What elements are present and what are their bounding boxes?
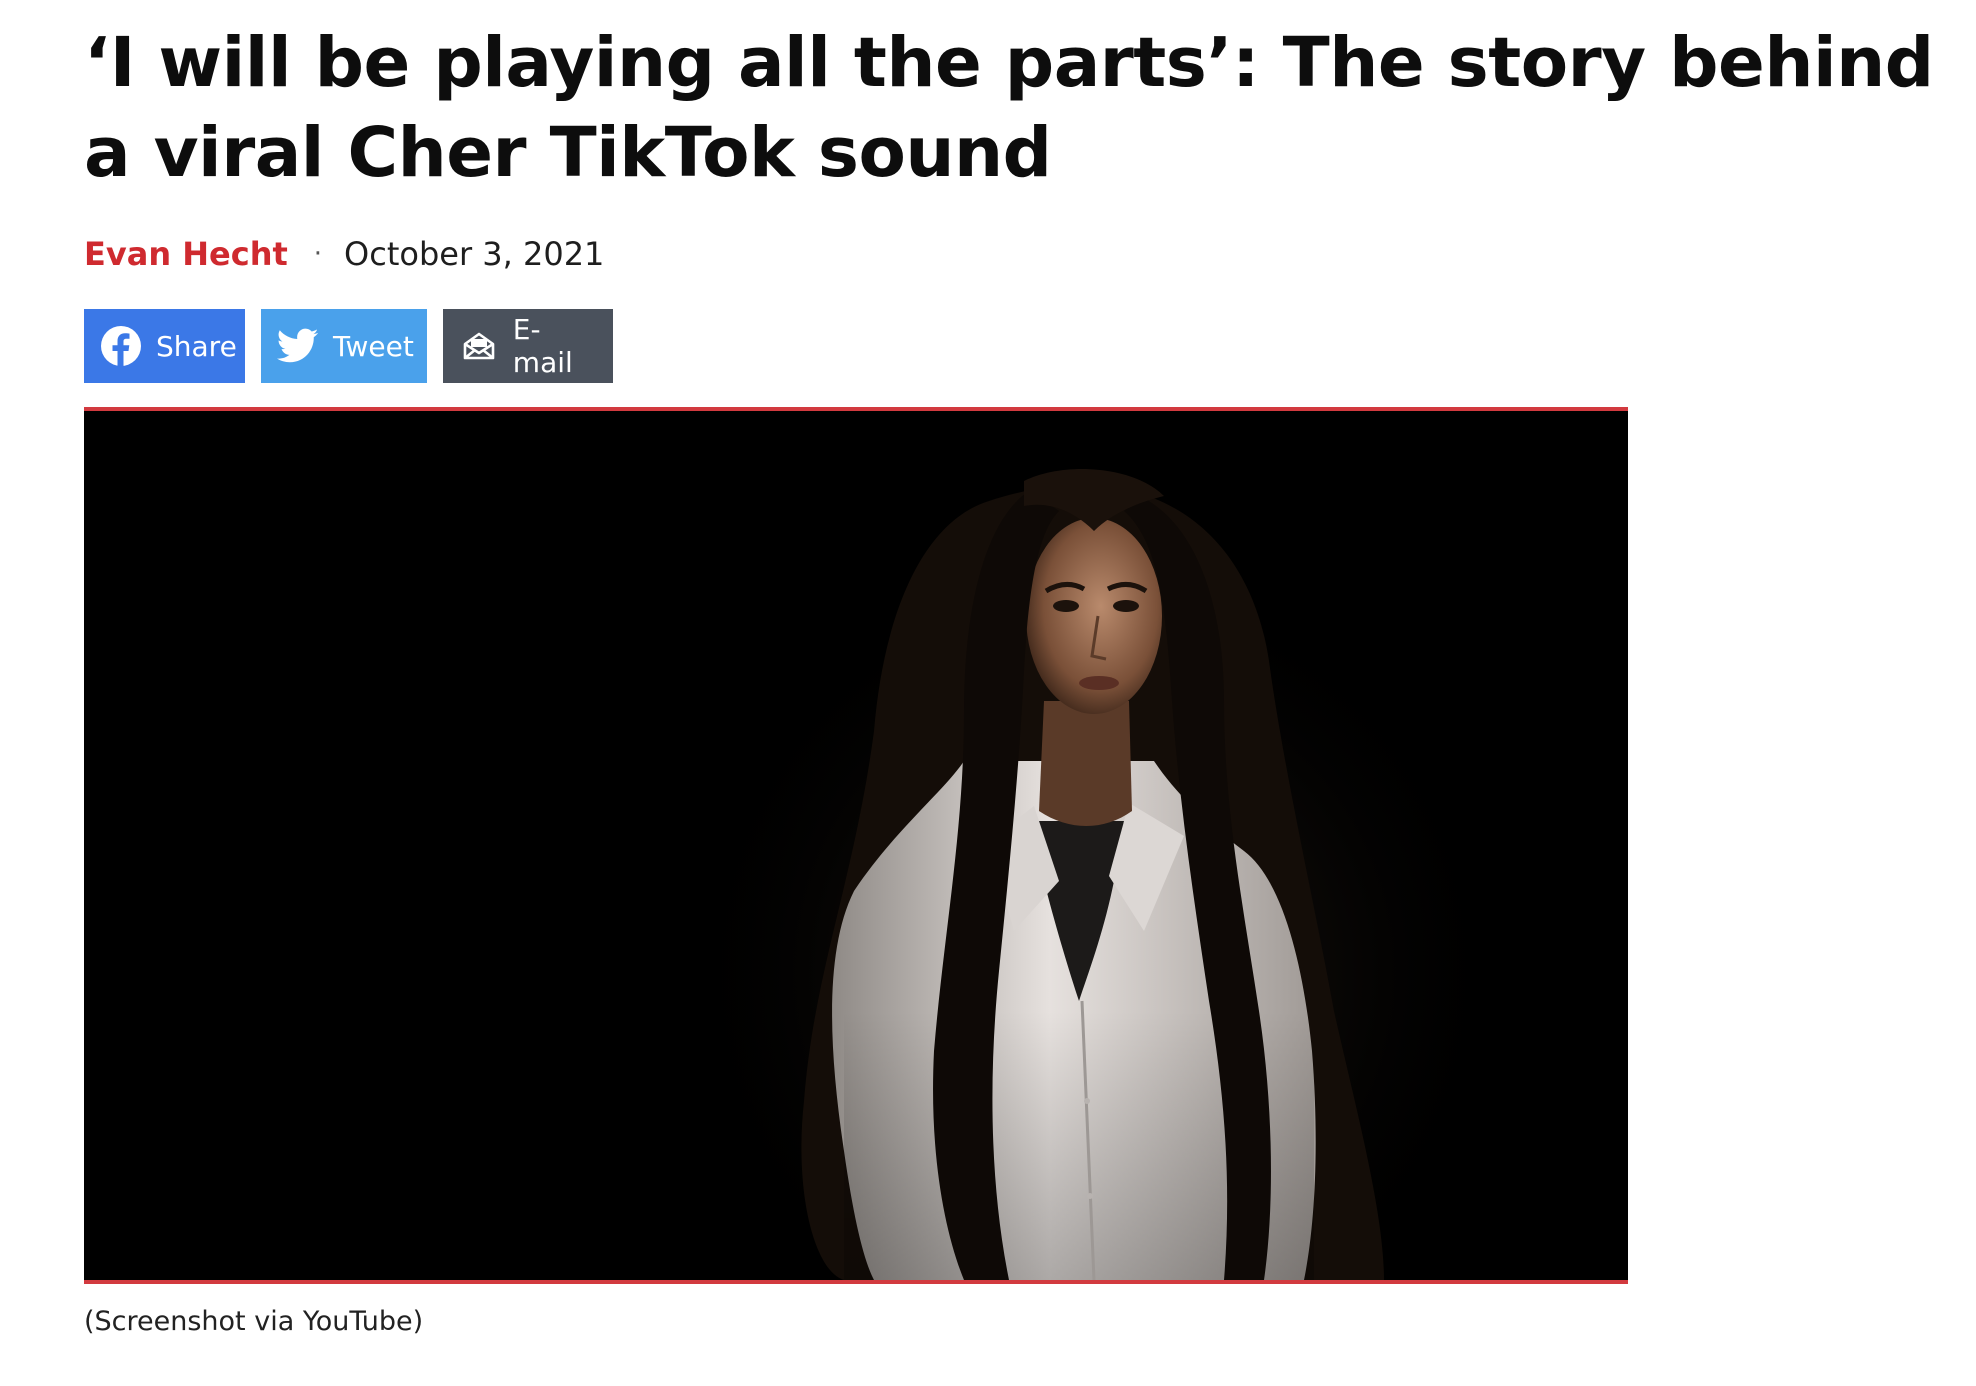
twitter-tweet-button[interactable]: Tweet [261,309,427,383]
twitter-bird-icon [277,325,319,367]
publish-date: October 3, 2021 [344,235,605,273]
facebook-share-button[interactable]: Share [84,309,245,383]
facebook-icon [100,325,142,367]
share-bar: Share Tweet E-mail [84,309,613,383]
article-headline: ‘I will be playing all the parts’: The s… [84,23,1934,193]
facebook-share-label: Share [156,329,237,363]
twitter-tweet-label: Tweet [333,329,414,363]
email-share-label: E-mail [512,313,573,379]
envelope-icon [459,325,499,367]
article-hero-image [84,407,1628,1284]
image-caption: (Screenshot via YouTube) [84,1306,424,1337]
byline-separator: · [313,239,323,269]
author-link[interactable]: Evan Hecht [84,235,288,273]
email-share-button[interactable]: E-mail [443,309,613,383]
video-still-photo [84,411,1628,1280]
byline: Evan Hecht · October 3, 2021 [84,232,604,276]
